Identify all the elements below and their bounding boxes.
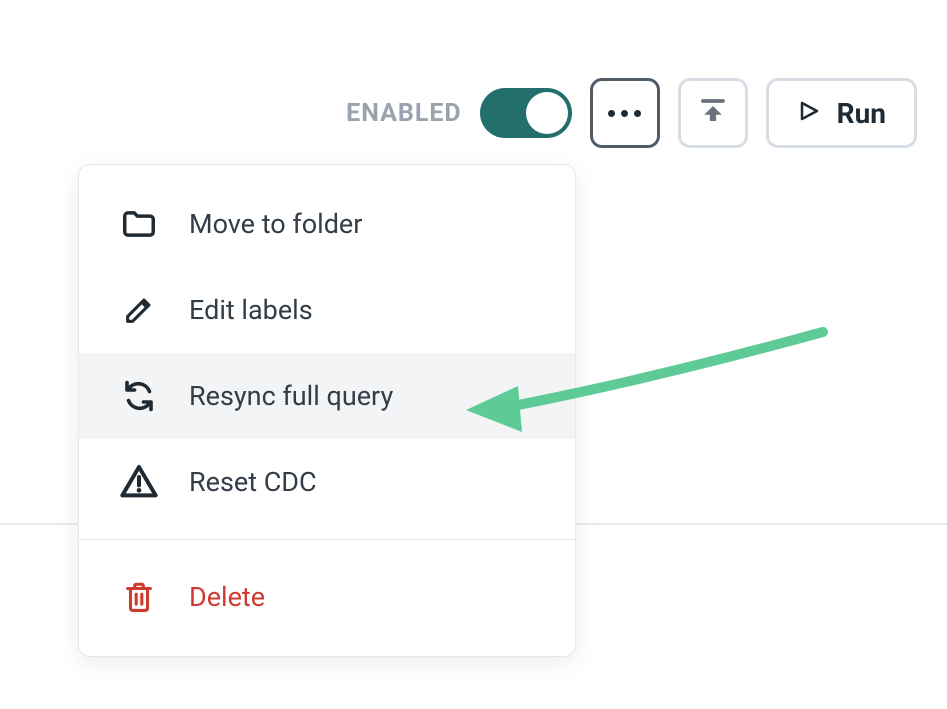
toolbar: ENABLED Run	[0, 78, 947, 148]
play-icon	[797, 97, 821, 130]
menu-divider	[79, 539, 575, 540]
menu-item-label: Delete	[189, 581, 265, 613]
menu-item-move-to-folder[interactable]: Move to folder	[79, 181, 575, 267]
more-actions-button[interactable]	[590, 78, 660, 148]
run-button-label: Run	[837, 97, 886, 130]
enabled-label: ENABLED	[346, 99, 462, 128]
trash-icon	[119, 580, 159, 614]
menu-item-edit-labels[interactable]: Edit labels	[79, 267, 575, 353]
upload-to-top-icon	[698, 96, 728, 130]
run-button[interactable]: Run	[766, 78, 917, 148]
menu-item-label: Edit labels	[189, 294, 313, 326]
menu-item-resync-full-query[interactable]: Resync full query	[79, 353, 575, 439]
folder-icon	[119, 205, 159, 243]
menu-item-delete[interactable]: Delete	[79, 554, 575, 640]
sync-icon	[119, 378, 159, 414]
enabled-toggle[interactable]	[480, 88, 572, 138]
more-actions-menu: Move to folder Edit labels Resync full q…	[78, 164, 576, 657]
menu-item-label: Move to folder	[189, 208, 362, 240]
warning-triangle-icon	[119, 462, 159, 502]
menu-item-reset-cdc[interactable]: Reset CDC	[79, 439, 575, 525]
menu-item-label: Reset CDC	[189, 466, 317, 498]
pencil-icon	[119, 293, 159, 327]
toggle-knob	[526, 92, 568, 134]
upload-button[interactable]	[678, 78, 748, 148]
dots-horizontal-icon	[608, 110, 641, 117]
menu-item-label: Resync full query	[189, 380, 393, 412]
